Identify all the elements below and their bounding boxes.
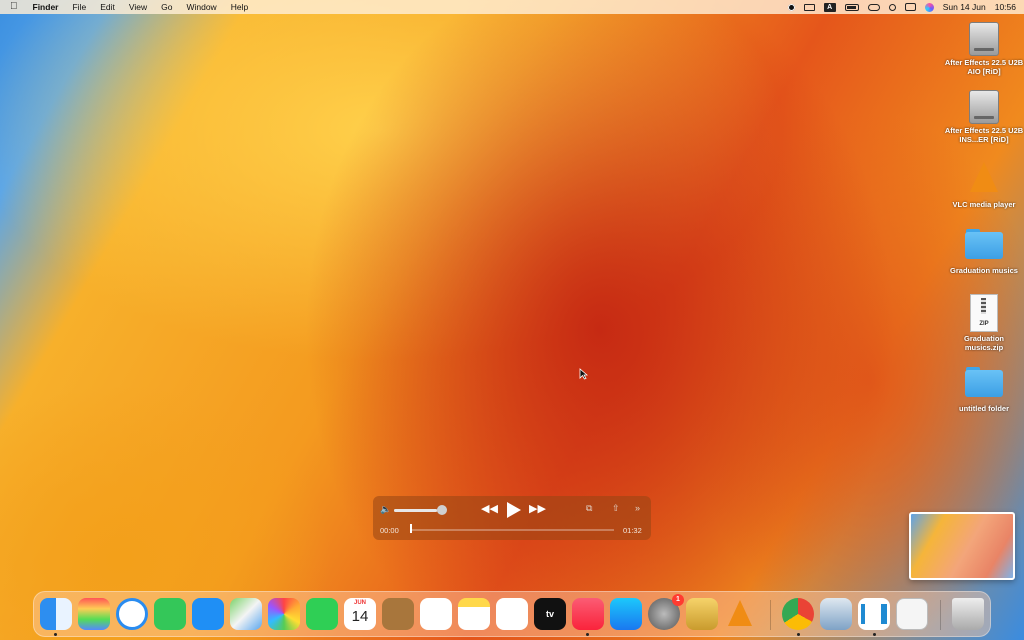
picture-in-picture-icon[interactable]: ⧉ xyxy=(586,503,592,514)
volume-icon[interactable]: 🔈 xyxy=(380,504,391,515)
vlc-dock-icon[interactable] xyxy=(724,598,756,630)
desktop-item-vlc[interactable]: VLC media player xyxy=(944,160,1024,209)
desktop-item-untitled-folder[interactable]: untitled folder xyxy=(944,367,1024,413)
music-icon[interactable] xyxy=(572,598,604,630)
menu-bar:  Finder File Edit View Go Window Help A… xyxy=(0,0,1024,14)
calendar-icon[interactable]: JUN 14 xyxy=(344,598,376,630)
display-icon[interactable] xyxy=(803,3,815,11)
menu-file[interactable]: File xyxy=(65,0,93,14)
desktop-item-label: VLC media player xyxy=(952,200,1016,209)
vscode-icon[interactable] xyxy=(858,598,890,630)
dock-separator xyxy=(770,600,771,630)
chrome-icon[interactable] xyxy=(782,598,814,630)
calendar-day: 14 xyxy=(351,608,369,625)
time-total: 01:32 xyxy=(623,526,642,535)
facetime-icon[interactable] xyxy=(306,598,338,630)
desktop-item-after-effects-aio[interactable]: After Effects 22.5 U2B AIO [RiD] xyxy=(944,22,1024,76)
notification-badge: 1 xyxy=(672,594,684,606)
more-icon[interactable]: » xyxy=(635,503,640,513)
menu-window[interactable]: Window xyxy=(179,0,223,14)
menu-date[interactable]: Sun 14 Jun xyxy=(943,2,986,12)
desktop-item-graduation-zip[interactable]: ZIP Graduation musics.zip xyxy=(944,294,1024,352)
maps-icon[interactable] xyxy=(230,598,262,630)
safari-icon[interactable] xyxy=(116,598,148,630)
drive-icon xyxy=(969,90,999,124)
freeform-icon[interactable] xyxy=(496,598,528,630)
time-current: 00:00 xyxy=(380,526,399,535)
control-center-icon[interactable] xyxy=(904,3,916,11)
photos-icon[interactable] xyxy=(268,598,300,630)
reminders-icon[interactable] xyxy=(420,598,452,630)
messages-icon[interactable] xyxy=(154,598,186,630)
running-indicator xyxy=(797,633,800,636)
menu-app-finder[interactable]: Finder xyxy=(26,0,66,14)
drive-icon xyxy=(969,22,999,56)
trash-icon[interactable] xyxy=(952,598,984,630)
desktop-item-label: After Effects 22.5 U2B AIO [RiD] xyxy=(944,58,1024,76)
menu-go[interactable]: Go xyxy=(154,0,179,14)
vscode-logo-icon xyxy=(861,604,887,624)
mail-icon[interactable] xyxy=(192,598,224,630)
desktop-item-label: Graduation musics.zip xyxy=(963,334,1004,352)
launchpad-icon[interactable] xyxy=(78,598,110,630)
contacts-icon[interactable] xyxy=(382,598,414,630)
desktop-item-label: untitled folder xyxy=(959,404,1009,413)
dock: JUN 14 tv 1 xyxy=(33,591,991,637)
spotlight-search-icon[interactable] xyxy=(888,3,896,11)
running-indicator xyxy=(873,633,876,636)
desktop-item-after-effects-installer[interactable]: After Effects 22.5 U2B INS...ER [RiD] xyxy=(944,90,1024,144)
rewind-icon[interactable]: ◀◀ xyxy=(481,502,498,515)
app-store-icon[interactable] xyxy=(610,598,642,630)
volume-knob[interactable] xyxy=(437,505,447,515)
textedit-icon[interactable] xyxy=(896,598,928,630)
notes-icon[interactable] xyxy=(458,598,490,630)
apple-tv-icon[interactable]: tv xyxy=(534,598,566,630)
desktop-item-label: Graduation musics xyxy=(950,266,1018,275)
menu-view[interactable]: View xyxy=(122,0,154,14)
apple-menu-icon[interactable]:  xyxy=(0,0,26,14)
media-player-controls: 🔈 ◀◀ ▶▶ ⧉ ⇧ » 00:00 01:32 xyxy=(373,496,651,540)
running-indicator xyxy=(54,633,57,636)
progress-playhead[interactable] xyxy=(410,524,412,533)
link-icon[interactable] xyxy=(867,3,880,11)
screen-record-icon[interactable] xyxy=(787,3,795,11)
menu-help[interactable]: Help xyxy=(224,0,255,14)
battery-icon[interactable] xyxy=(844,3,859,11)
fast-forward-icon[interactable]: ▶▶ xyxy=(529,502,546,515)
folder-icon xyxy=(965,229,1003,259)
share-icon[interactable]: ⇧ xyxy=(612,503,620,514)
preview-icon[interactable] xyxy=(820,598,852,630)
mouse-cursor-icon xyxy=(579,368,588,380)
progress-bar[interactable] xyxy=(410,529,614,531)
menu-edit[interactable]: Edit xyxy=(93,0,122,14)
dock-separator xyxy=(940,600,941,630)
play-button[interactable] xyxy=(507,502,521,518)
system-settings-icon[interactable]: 1 xyxy=(648,594,684,630)
input-source-icon[interactable]: A xyxy=(823,2,836,12)
archive-utility-icon[interactable] xyxy=(686,598,718,630)
running-indicator xyxy=(586,633,589,636)
desktop-item-graduation-folder[interactable]: Graduation musics xyxy=(944,229,1024,275)
finder-icon[interactable] xyxy=(40,598,72,630)
menu-time[interactable]: 10:56 xyxy=(995,2,1016,12)
vlc-cone-icon xyxy=(728,600,752,626)
desktop-item-label: After Effects 22.5 U2B INS...ER [RiD] xyxy=(944,126,1024,144)
folder-icon xyxy=(965,367,1003,397)
screenshot-thumbnail[interactable] xyxy=(909,512,1015,580)
siri-icon[interactable] xyxy=(924,2,934,12)
vlc-icon xyxy=(970,162,998,192)
zip-badge-label: ZIP xyxy=(979,321,989,327)
zip-icon: ZIP xyxy=(970,294,998,332)
